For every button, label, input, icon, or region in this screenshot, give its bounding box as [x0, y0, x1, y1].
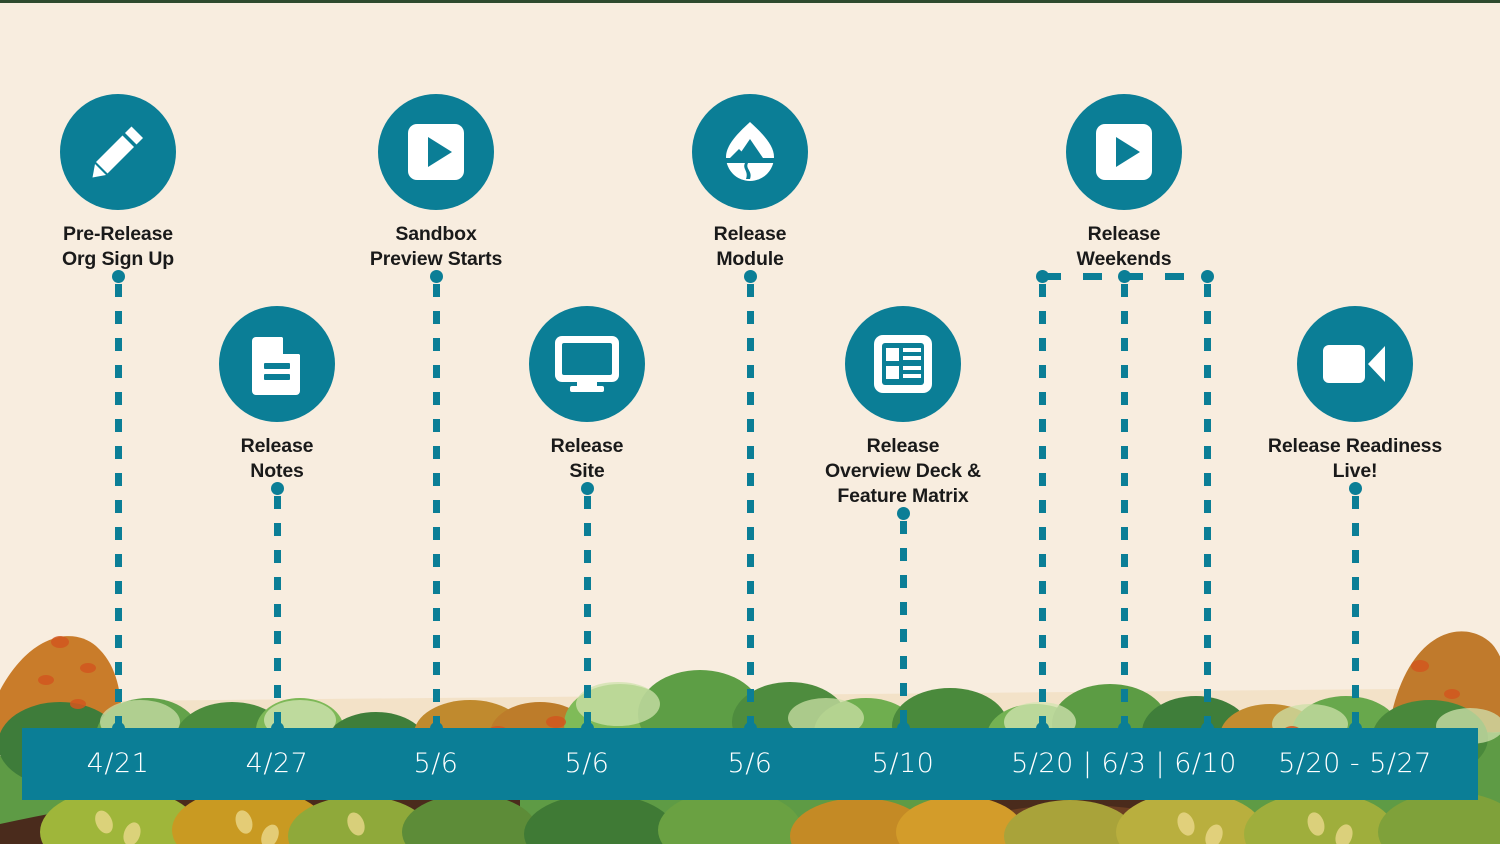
- connector-line: [114, 284, 122, 732]
- bracket-drop-line-2: [1203, 284, 1211, 732]
- milestone-label: Release Readiness Live!: [1267, 435, 1443, 482]
- bracket-drop-line-1: [1120, 284, 1128, 732]
- milestone-release-overview-deck-and-feature-matrix[interactable]: Release Overview Deck & Feature Matrix: [783, 306, 1023, 509]
- document-icon: [219, 306, 335, 422]
- bracket-drop-line-0: [1038, 284, 1046, 732]
- connector-line: [583, 496, 591, 732]
- monitor-icon: [529, 306, 645, 422]
- date-label-release-readiness-live: 5/20 - 5/27: [1278, 748, 1432, 779]
- play-button-icon: [1066, 94, 1182, 210]
- milestone-label: Sandbox Preview Starts: [369, 223, 503, 270]
- connector-line: [1351, 496, 1359, 732]
- milestone-label: Release Notes: [240, 435, 314, 482]
- milestone-label: Release Site: [550, 435, 624, 482]
- milestone-release-weekends[interactable]: Release Weekends: [1004, 94, 1244, 272]
- date-bar: 4/21 4/27 5/6 5/6 5/6 5/10 5/20 | 6/3 | 6/10 5/…: [22, 728, 1478, 800]
- milestone-pre-release-org-sign-up[interactable]: Pre-Release Org Sign Up: [0, 94, 238, 272]
- trailhead-mountain-icon: [692, 94, 808, 210]
- milestone-label: Release Overview Deck & Feature Matrix: [824, 435, 981, 507]
- connector-line: [273, 496, 281, 732]
- top-divider: [0, 0, 1500, 3]
- pencil-icon: [60, 94, 176, 210]
- layout-list-icon: [845, 306, 961, 422]
- milestone-release-module[interactable]: Release Module: [630, 94, 870, 272]
- milestone-sandbox-preview-starts[interactable]: Sandbox Preview Starts: [316, 94, 556, 272]
- connector-line: [432, 284, 440, 732]
- milestone-release-site[interactable]: Release Site: [467, 306, 707, 484]
- milestone-label: Pre-Release Org Sign Up: [61, 223, 175, 270]
- connector-line: [899, 521, 907, 732]
- milestone-release-notes[interactable]: Release Notes: [157, 306, 397, 484]
- milestone-release-readiness-live[interactable]: Release Readiness Live!: [1235, 306, 1475, 484]
- timeline-infographic: Pre-Release Org Sign Up Release Notes Sand…: [0, 0, 1500, 844]
- video-camera-icon: [1297, 306, 1413, 422]
- milestone-label: Release Module: [713, 223, 787, 270]
- connector-line: [746, 284, 754, 732]
- milestone-label: Release Weekends: [1076, 223, 1172, 270]
- play-button-icon: [378, 94, 494, 210]
